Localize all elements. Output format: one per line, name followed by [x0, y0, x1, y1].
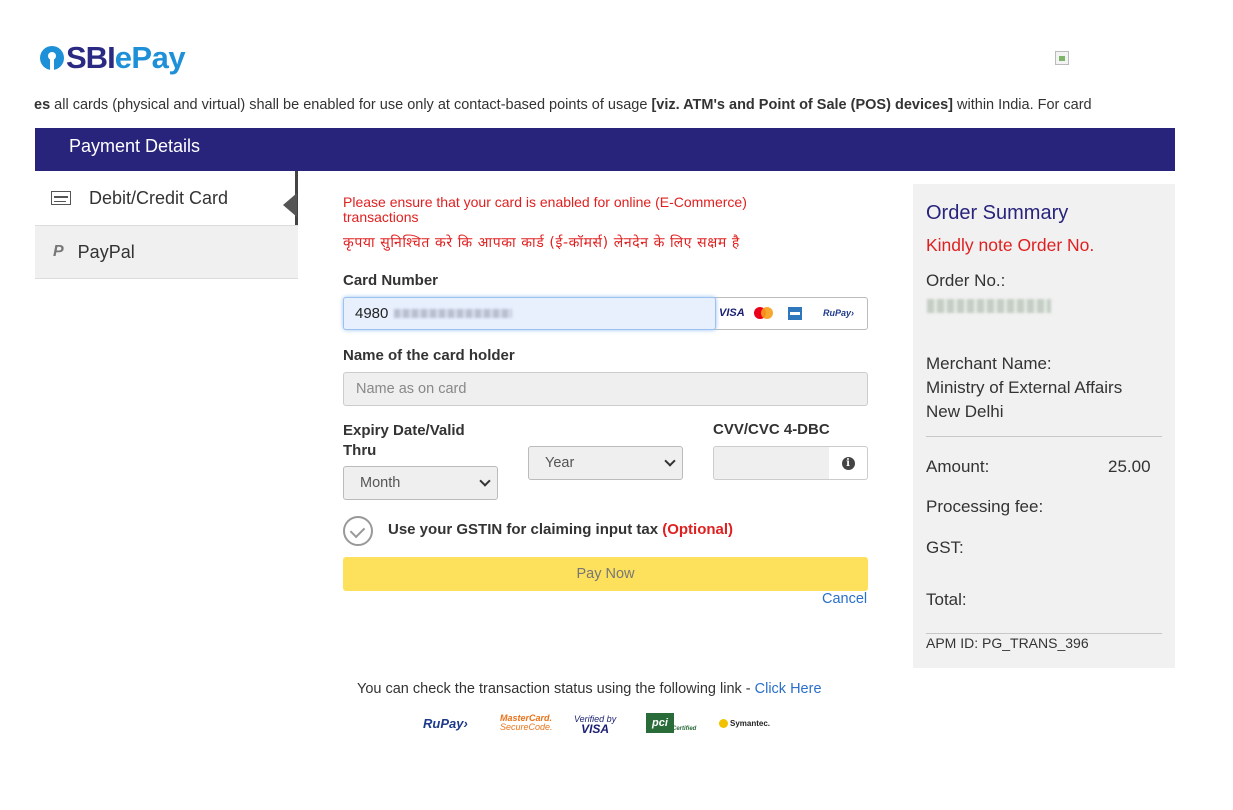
pci-sub: Certified	[672, 726, 697, 732]
merchant-label: Merchant Name:	[926, 354, 1052, 373]
processing-fee-label: Processing fee:	[926, 497, 1044, 516]
rupay-logo: RuPay›	[823, 308, 855, 318]
visa-line2: VISA	[581, 722, 610, 736]
notice-bold: [viz. ATM's and Point of Sale (POS) devi…	[651, 97, 953, 113]
tab-paypal[interactable]: P PayPal	[35, 225, 298, 279]
card-number-value: 4980	[355, 305, 389, 322]
notice-lead: es	[34, 97, 51, 113]
merchant-name: Ministry of External Affairs New Delhi	[926, 378, 1123, 421]
scrolling-notice: es all cards (physical and virtual) shal…	[34, 97, 1174, 113]
notice-tail: within India. For card	[953, 97, 1092, 113]
chevron-down-icon	[664, 455, 676, 467]
pci-certified-logo: pci Certified	[646, 713, 696, 735]
apm-id: APM ID: PG_TRANS_396	[926, 635, 1089, 651]
summary-divider	[926, 633, 1162, 634]
symantec-logo: Symantec.	[719, 719, 770, 728]
card-number-label: Card Number	[343, 272, 439, 289]
tab-label: Debit/Credit Card	[89, 187, 229, 208]
chevron-down-icon	[479, 475, 491, 487]
credit-card-icon	[51, 191, 71, 205]
gstin-optional: (Optional)	[662, 521, 734, 538]
ecommerce-warning-english: Please ensure that your card is enabled …	[343, 194, 747, 225]
status-text: You can check the transaction status usi…	[357, 681, 755, 697]
transaction-status-text: You can check the transaction status usi…	[357, 681, 822, 697]
amount-label: Amount:	[926, 457, 990, 476]
cvv-input[interactable]	[713, 446, 830, 480]
total-label: Total:	[926, 590, 967, 609]
info-icon: i	[841, 456, 855, 470]
order-note: Kindly note Order No.	[926, 235, 1095, 255]
expiry-month-select[interactable]: Month	[343, 466, 498, 500]
cancel-link[interactable]: Cancel	[822, 591, 867, 607]
gst-label: GST:	[926, 538, 964, 557]
amex-logo	[788, 307, 802, 320]
amount-value: 25.00	[1108, 457, 1151, 476]
summary-divider	[926, 436, 1162, 437]
order-number-label: Order No.:	[926, 271, 1006, 290]
gstin-text: Use your GSTIN for claiming input tax	[388, 521, 659, 538]
expiry-year-select[interactable]: Year	[528, 446, 683, 480]
cvv-label: CVV/CVC 4-DBC	[713, 421, 830, 438]
mastercard-logo	[754, 307, 773, 319]
gstin-checkbox[interactable]	[343, 516, 373, 546]
year-value: Year	[545, 455, 575, 471]
pay-now-button[interactable]: Pay Now	[343, 557, 868, 591]
sbi-epay-logo: SBI ePay	[40, 38, 186, 78]
expiry-date-label: Expiry Date/Valid Thru	[343, 422, 465, 459]
rupay-footer-logo: RuPay›	[423, 716, 468, 731]
pci-text: pci	[646, 713, 674, 733]
verified-by-visa-logo: Verified by VISA	[574, 714, 616, 736]
merchant-block: Merchant Name: Ministry of External Affa…	[926, 352, 1122, 424]
tab-debit-credit-card[interactable]: Debit/Credit Card	[35, 171, 298, 225]
notice-text: all cards (physical and virtual) shall b…	[50, 97, 652, 113]
card-number-input[interactable]: 4980	[343, 297, 716, 330]
tab-label: PayPal	[77, 241, 135, 262]
logo-text-sbi: SBI	[66, 40, 116, 75]
logo-text-epay: ePay	[114, 40, 186, 75]
gstin-label: Use your GSTIN for claiming input tax (O…	[388, 521, 733, 538]
symantec-text: Symantec.	[730, 719, 771, 728]
order-number-redacted	[927, 299, 1051, 313]
visa-logo: VISA	[719, 307, 745, 319]
ecommerce-warning-hindi: कृपया सुनिश्चित करे कि आपका कार्ड (ई-कॉम…	[343, 235, 740, 251]
payment-header-band	[35, 128, 1175, 171]
cardholder-name-input[interactable]: Name as on card	[343, 372, 868, 406]
mc-line2: SecureCode.	[500, 722, 553, 732]
masked-digits	[394, 309, 513, 318]
order-summary-title: Order Summary	[926, 202, 1069, 224]
cardholder-name-label: Name of the card holder	[343, 347, 515, 364]
page-title: Payment Details	[69, 136, 201, 156]
click-here-link[interactable]: Click Here	[755, 681, 822, 697]
symantec-check-icon	[719, 719, 728, 728]
sbi-logo-icon	[40, 46, 64, 70]
month-value: Month	[360, 475, 401, 491]
paypal-icon: P	[53, 243, 64, 260]
active-tab-pointer	[283, 193, 297, 217]
cvv-info-button[interactable]: i	[829, 446, 868, 480]
mastercard-securecode-logo: MasterCard. SecureCode.	[500, 714, 553, 732]
broken-image-icon	[1055, 51, 1069, 65]
